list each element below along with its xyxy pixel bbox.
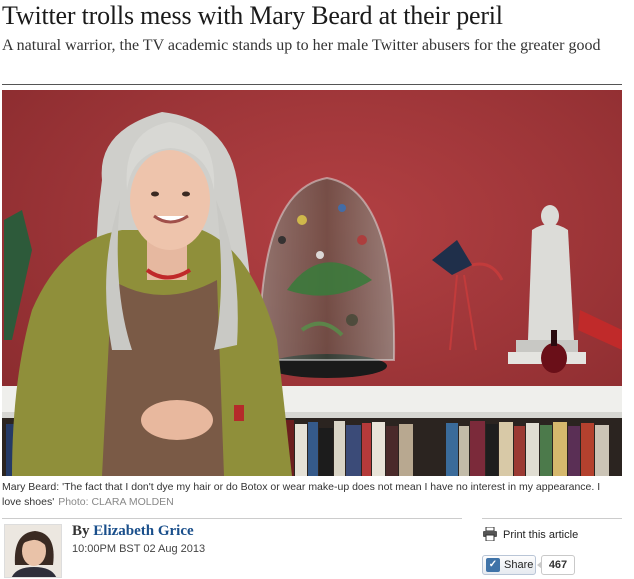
byline-prefix: By: [72, 523, 90, 539]
share-button[interactable]: ✓ Share: [482, 555, 536, 575]
share-count: 467: [537, 555, 575, 575]
author-avatar: [4, 524, 62, 578]
photo-credit: Photo: CLARA MOLDEN: [58, 496, 174, 508]
headline: Twitter trolls mess with Mary Beard at t…: [2, 1, 503, 30]
printer-icon: [482, 526, 498, 544]
divider: [2, 84, 622, 85]
publish-date: 10:00PM BST 02 Aug 2013: [72, 543, 206, 555]
divider: [2, 518, 462, 519]
print-article-label: Print this article: [503, 529, 579, 541]
byline: By Elizabeth Grice: [72, 523, 194, 540]
article-photo: [2, 90, 622, 476]
standfirst: A natural warrior, the TV academic stand…: [2, 37, 601, 54]
share-icon: ✓: [486, 558, 500, 572]
photo-caption: Mary Beard: 'The fact that I don't dye m…: [2, 480, 622, 510]
print-article-link[interactable]: Print this article: [482, 526, 578, 544]
author-link[interactable]: Elizabeth Grice: [93, 523, 193, 539]
share-label: Share: [504, 559, 534, 571]
divider: [482, 518, 622, 519]
